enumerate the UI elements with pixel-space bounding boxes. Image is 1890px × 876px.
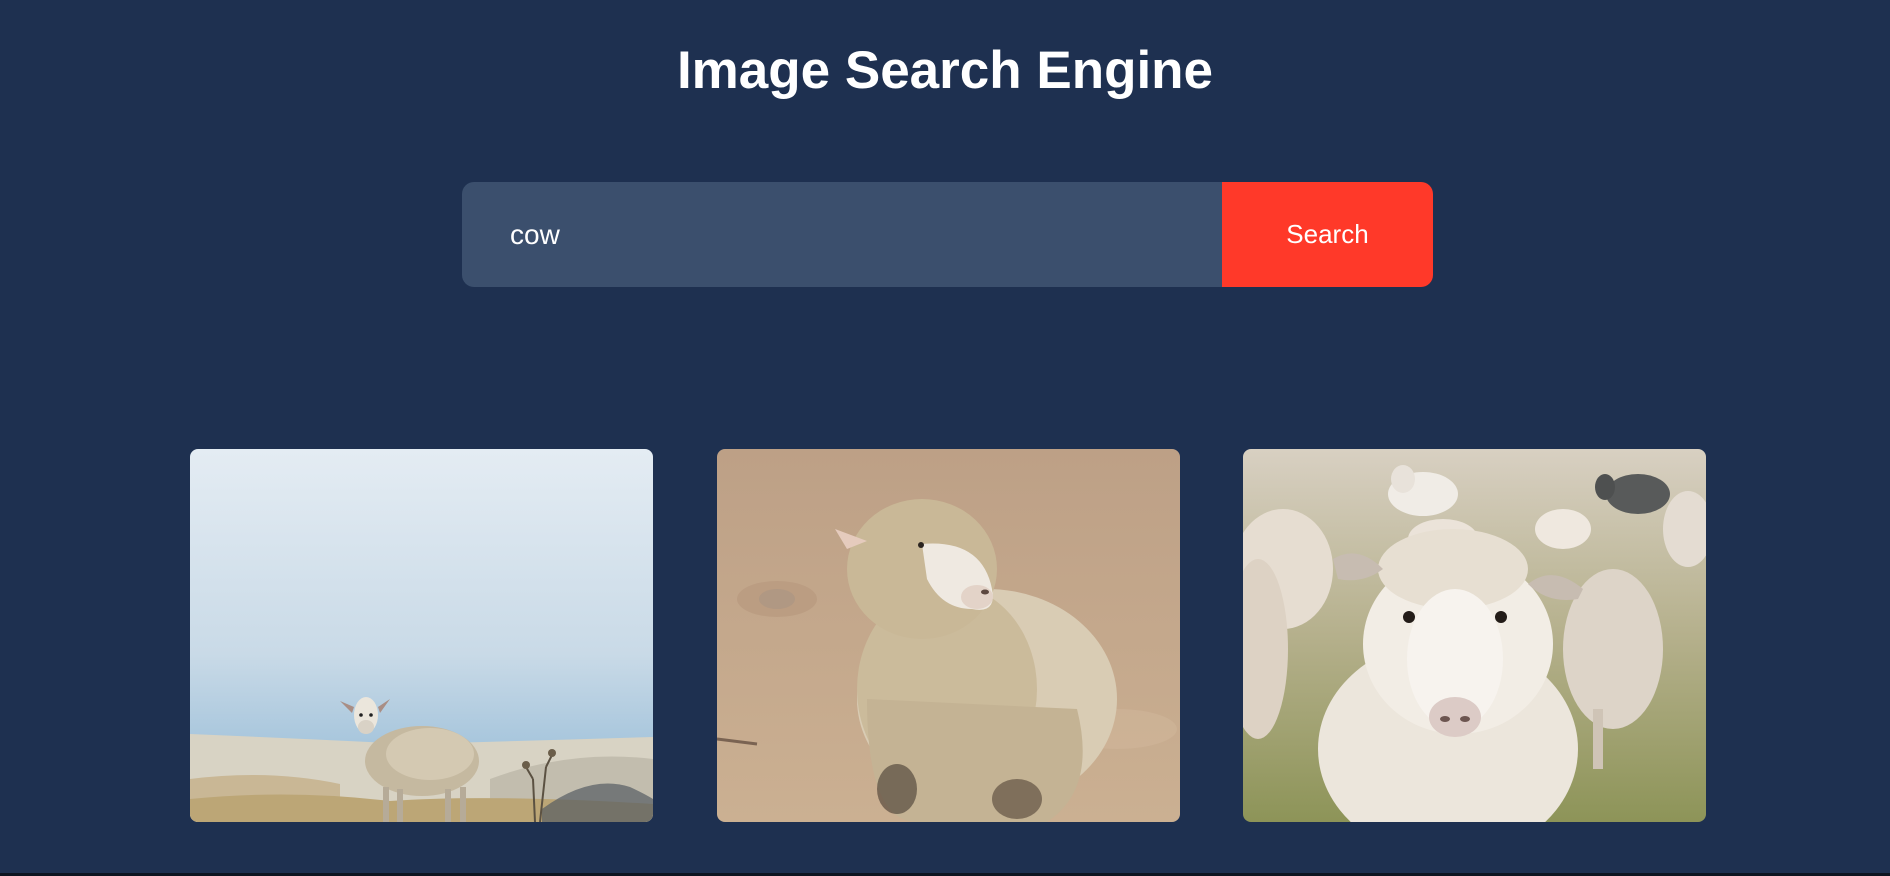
page-title: Image Search Engine [676,41,1214,100]
sheep-photo-2 [716,449,1180,822]
search-input[interactable] [462,182,1222,287]
results-grid [190,449,1706,822]
search-button[interactable]: Search [1222,182,1433,287]
result-image-2[interactable] [716,449,1180,822]
result-image-1[interactable] [190,449,653,822]
search-form: Search [462,182,1433,287]
result-image-3[interactable] [1243,449,1706,822]
sheep-photo-1 [190,449,653,822]
sheep-photo-3 [1243,449,1706,822]
